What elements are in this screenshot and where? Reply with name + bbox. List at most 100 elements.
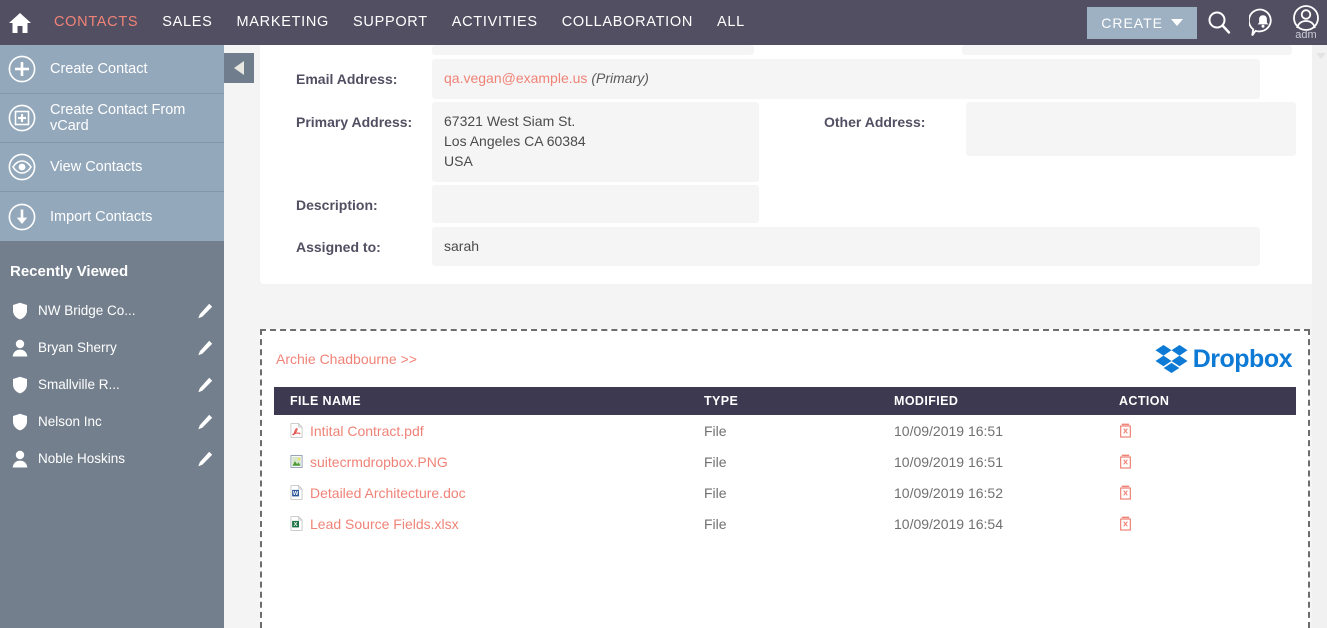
dropbox-logo-icon [1155,345,1188,373]
primary-address-value: 67321 West Siam St. Los Angeles CA 60384… [432,101,759,182]
other-address-value [966,101,1296,156]
scrollbar-thumb[interactable] [1313,45,1326,105]
recently-viewed-title: Recently Viewed [10,263,129,280]
primary-address-label: Primary Address: [296,113,413,130]
image-file-icon [290,455,303,468]
breadcrumb[interactable]: Archie Chadbourne >> [276,351,417,367]
detail-row-email: Email Address: qa.vegan@example.us (Prim… [260,59,1320,99]
email-link[interactable]: qa.vegan@example.us [444,70,587,86]
pencil-icon[interactable] [196,377,214,393]
table-row: Intital Contract.pdf File 10/09/2019 16:… [274,415,1296,446]
chevron-down-icon [1171,19,1183,26]
dropbox-logo: Dropbox [1155,344,1293,374]
trash-icon[interactable] [1119,454,1132,469]
sidebar-item-create-contact[interactable]: Create Contact [0,45,224,94]
trash-icon[interactable] [1119,516,1132,531]
eye-circle-icon [8,153,36,181]
cell-action [1119,477,1296,508]
column-header-modified: MODIFIED [894,387,1119,415]
nav-link-support[interactable]: SUPPORT [341,0,440,45]
nav-links: CONTACTS SALES MARKETING SUPPORT ACTIVIT… [42,0,757,45]
plus-square-circle-icon [8,104,36,132]
create-button[interactable]: CREATE [1087,6,1197,39]
sidebar-item-label: View Contacts [50,159,143,175]
person-icon [10,339,30,357]
recently-viewed-item-3[interactable]: Nelson Inc [0,403,224,440]
page-scrollbar[interactable] [1312,45,1327,628]
plus-circle-icon [8,55,36,83]
svg-text:X: X [294,522,298,528]
cell-modified: 10/09/2019 16:51 [894,453,1003,470]
file-name-link[interactable]: suitecrmdropbox.PNG [310,454,448,470]
cell-action [1119,446,1296,477]
cutoff-value-right [962,45,1292,55]
dropbox-panel: Archie Chadbourne >> Dropbox FILE NAME T… [260,329,1310,628]
top-navigation-bar: CONTACTS SALES MARKETING SUPPORT ACTIVIT… [0,0,1327,45]
cell-type: File [704,422,727,439]
nav-link-all[interactable]: ALL [705,0,757,45]
recently-viewed-item-label: Smallville R... [38,377,120,392]
dropbox-file-table: FILE NAME TYPE MODIFIED ACTION Intital C… [274,387,1296,539]
shield-icon [10,376,30,394]
cell-file-name: X Lead Source Fields.xlsx [274,508,704,539]
file-name-link[interactable]: Intital Contract.pdf [310,423,424,439]
contact-detail-panel: Email Address: qa.vegan@example.us (Prim… [260,45,1320,285]
sidebar-collapse-button[interactable] [224,53,254,83]
recently-viewed-item-2[interactable]: Smallville R... [0,366,224,403]
pencil-icon[interactable] [196,303,214,319]
table-body: Intital Contract.pdf File 10/09/2019 16:… [274,415,1296,539]
collapse-left-icon [234,61,244,75]
email-address-value: qa.vegan@example.us (Primary) [432,59,1260,99]
cell-file-name: W Detailed Architecture.doc [274,477,704,508]
nav-link-contacts[interactable]: CONTACTS [42,0,150,45]
pdf-file-icon [290,423,303,438]
sidebar-action-list: Create Contact Create Contact From vCard [0,45,224,241]
cell-modified: 10/09/2019 16:54 [894,515,1003,532]
download-arrow-circle-icon [8,203,36,231]
email-primary-tag: (Primary) [591,70,649,86]
avatar[interactable]: adm [1285,0,1327,45]
assigned-to-value: sarah [432,226,1260,267]
pencil-icon[interactable] [196,340,214,356]
file-name-link[interactable]: Detailed Architecture.doc [310,485,466,501]
nav-link-activities[interactable]: ACTIVITIES [440,0,550,45]
column-header-type: TYPE [704,387,894,415]
nav-link-sales[interactable]: SALES [150,0,224,45]
nav-link-collaboration[interactable]: COLLABORATION [550,0,705,45]
trash-icon[interactable] [1119,485,1132,500]
person-icon [10,450,30,468]
recently-viewed-item-1[interactable]: Bryan Sherry [0,329,224,366]
sidebar-item-import-contacts[interactable]: Import Contacts [0,192,224,241]
user-avatar-icon [1293,4,1319,31]
avatar-username: adm [1295,28,1317,41]
recently-viewed-item-4[interactable]: Noble Hoskins [0,440,224,477]
notification-bell-icon[interactable] [1241,0,1285,45]
table-row: suitecrmdropbox.PNG File 10/09/2019 16:5… [274,446,1296,477]
sidebar-item-create-contact-from-vcard[interactable]: Create Contact From vCard [0,94,224,143]
description-label: Description: [296,196,378,213]
sidebar-item-label: Import Contacts [50,208,153,225]
cell-modified: 10/09/2019 16:52 [894,484,1003,501]
shield-icon [10,302,30,320]
search-icon[interactable] [1197,0,1241,45]
file-name-link[interactable]: Lead Source Fields.xlsx [310,516,459,532]
home-icon[interactable] [8,12,32,34]
sidebar-item-view-contacts[interactable]: View Contacts [0,143,224,192]
trash-icon[interactable] [1119,423,1132,438]
recently-viewed-item-0[interactable]: NW Bridge Co... [0,292,224,329]
column-header-action: ACTION [1119,387,1296,415]
nav-link-marketing[interactable]: MARKETING [225,0,342,45]
cell-type: File [704,484,727,501]
cutoff-label-right [790,45,962,57]
pencil-icon[interactable] [196,451,214,467]
detail-row-addresses: Primary Address: 67321 West Siam St. Los… [260,101,1320,182]
shield-icon [10,413,30,431]
cutoff-label [260,45,432,57]
svg-text:W: W [293,491,299,497]
pencil-icon[interactable] [196,414,214,430]
cell-action [1119,508,1296,539]
cell-file-name: suitecrmdropbox.PNG [274,446,704,477]
cell-modified: 10/09/2019 16:51 [894,422,1003,439]
email-address-label: Email Address: [296,71,398,87]
sidebar-item-label: Create Contact [50,61,148,77]
